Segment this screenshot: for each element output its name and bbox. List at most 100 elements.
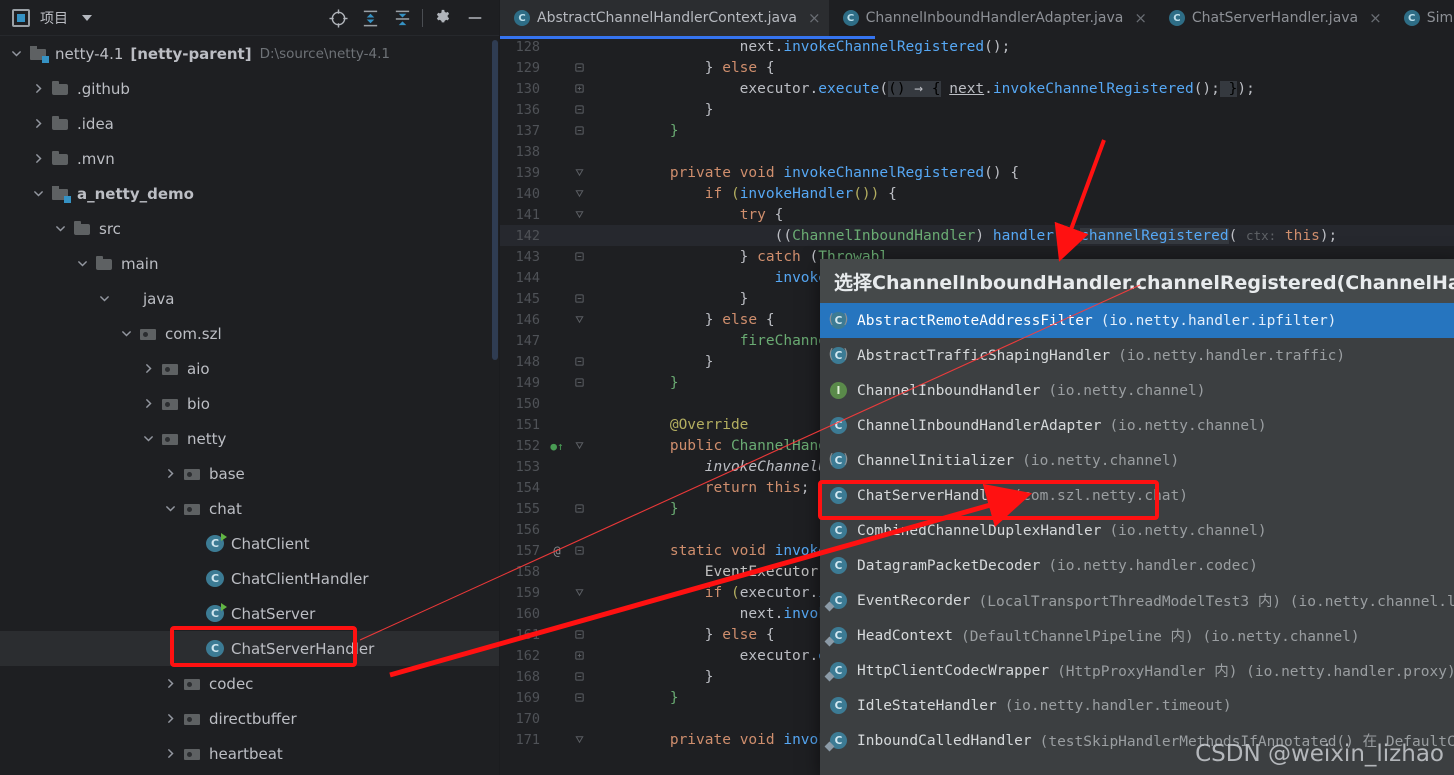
tree-expand-chevron[interactable] (162, 746, 178, 762)
list-item[interactable]: C IdleStateHandler (io.netty.handler.timeo… (820, 688, 1454, 723)
collapse-all-icon[interactable] (386, 2, 418, 34)
fold-marker[interactable] (568, 251, 590, 262)
tree-expand-chevron[interactable] (162, 501, 178, 517)
tree-expand-chevron[interactable] (8, 46, 24, 62)
tree-row[interactable]: directbuffer (0, 701, 499, 736)
list-item[interactable]: C HeadContext (DefaultChannelPipeline 内) (… (820, 618, 1454, 653)
code-line[interactable]: 138 (500, 141, 1454, 162)
tree-expand-chevron[interactable] (140, 396, 156, 412)
hide-panel-icon[interactable] (459, 2, 491, 34)
tree-row[interactable]: codec (0, 666, 499, 701)
fold-marker[interactable] (568, 209, 590, 220)
fold-marker[interactable] (568, 650, 590, 661)
settings-gear-icon[interactable] (427, 2, 459, 34)
tree-expand-chevron[interactable] (162, 466, 178, 482)
code-line[interactable]: 129 } else { (500, 57, 1454, 78)
tree-row[interactable]: .idea (0, 106, 499, 141)
fold-marker[interactable] (568, 104, 590, 115)
list-item-selected[interactable]: C AbstractRemoteAddressFilter (io.netty.ha… (820, 303, 1454, 338)
tree-row[interactable]: a_netty_demo (0, 176, 499, 211)
tree-row[interactable]: base (0, 456, 499, 491)
chevron-down-icon[interactable] (82, 14, 92, 21)
tree-expand-chevron[interactable] (162, 676, 178, 692)
tree-row[interactable]: C ChatServer (0, 596, 499, 631)
tree-row[interactable]: netty (0, 421, 499, 456)
tree-expand-chevron[interactable] (30, 186, 46, 202)
close-icon[interactable]: × (808, 9, 821, 27)
tree-row-selected[interactable]: C ChatServerHandler (0, 631, 499, 666)
tree-expand-chevron[interactable] (140, 361, 156, 377)
tree-row[interactable]: bio (0, 386, 499, 421)
close-icon[interactable]: × (1134, 9, 1147, 27)
tree-expand-chevron[interactable] (96, 291, 112, 307)
tree-expand-chevron[interactable] (30, 151, 46, 167)
code-line[interactable]: 136 } (500, 99, 1454, 120)
fold-marker[interactable] (568, 629, 590, 640)
fold-marker[interactable] (568, 692, 590, 703)
tree-row[interactable]: com.szl (0, 316, 499, 351)
locate-icon[interactable] (322, 2, 354, 34)
list-item[interactable]: C AbstractTrafficShapingHandler (io.netty.… (820, 338, 1454, 373)
fold-marker[interactable] (568, 293, 590, 304)
gutter-marker[interactable]: @ (546, 544, 568, 558)
code-line[interactable]: 142 ((ChannelInboundHandler) handler().c… (500, 225, 1454, 246)
code-line[interactable]: 140 if (invokeHandler()) { (500, 183, 1454, 204)
tree-row[interactable]: src (0, 211, 499, 246)
project-scrollbar[interactable] (492, 40, 498, 360)
choose-implementation-popup[interactable]: 选择ChannelInboundHandler.channelRegistere… (820, 259, 1454, 775)
fold-marker[interactable] (568, 125, 590, 136)
tree-row[interactable]: java (0, 281, 499, 316)
project-tree[interactable]: netty-4.1 [netty-parent] D:\source\netty-4… (0, 36, 499, 775)
tree-expand-chevron[interactable] (30, 116, 46, 132)
tree-row[interactable]: .mvn (0, 141, 499, 176)
tree-row[interactable]: C ChatClient (0, 526, 499, 561)
tree-expand-chevron[interactable] (118, 326, 134, 342)
fold-marker[interactable] (568, 356, 590, 367)
code-line[interactable]: 130 executor.execute(() → { next.invokeC… (500, 78, 1454, 99)
tree-row[interactable]: main (0, 246, 499, 281)
tree-row[interactable]: C ChatClientHandler (0, 561, 499, 596)
tree-expand-chevron[interactable] (162, 711, 178, 727)
tree-expand-chevron[interactable] (52, 221, 68, 237)
fold-marker[interactable] (568, 503, 590, 514)
editor-tab[interactable]: C SimpleChannelInbound (1390, 0, 1454, 36)
tree-expand-chevron[interactable] (30, 81, 46, 97)
list-item[interactable]: I ChannelInboundHandler (io.netty.channel) (820, 373, 1454, 408)
tree-row[interactable]: chat (0, 491, 499, 526)
list-item[interactable]: C ChannelInitializer (io.netty.channel) (820, 443, 1454, 478)
fold-marker[interactable] (568, 671, 590, 682)
fold-marker[interactable] (568, 314, 590, 325)
list-item[interactable]: C HttpClientCodecWrapper (HttpProxyHandler… (820, 653, 1454, 688)
list-item[interactable]: C DatagramPacketDecoder (io.netty.handler.… (820, 548, 1454, 583)
fold-marker[interactable] (568, 62, 590, 73)
gutter-marker[interactable]: ●↑ (546, 439, 568, 453)
code-line[interactable]: 139 private void invokeChannelRegistered… (500, 162, 1454, 183)
list-item[interactable]: C ChatServerHandler (com.szl.netty.chat) (820, 478, 1454, 513)
fold-marker[interactable] (568, 440, 590, 451)
tree-row[interactable]: .github (0, 71, 499, 106)
list-item[interactable]: C ChannelInboundHandlerAdapter (io.netty.c… (820, 408, 1454, 443)
tree-row[interactable]: aio (0, 351, 499, 386)
implementation-list[interactable]: C AbstractRemoteAddressFilter (io.netty.ha… (820, 303, 1454, 758)
fold-marker[interactable] (568, 587, 590, 598)
editor-tab[interactable]: C ChannelInboundHandlerAdapter.java × (829, 0, 1155, 36)
editor-tab[interactable]: C ChatServerHandler.java × (1155, 0, 1390, 36)
tree-expand-chevron[interactable] (74, 256, 90, 272)
expand-all-icon[interactable] (354, 2, 386, 34)
editor-tab[interactable]: C AbstractChannelHandlerContext.java × (500, 0, 829, 36)
fold-marker[interactable] (568, 188, 590, 199)
tree-row[interactable]: netty-4.1 [netty-parent] D:\source\netty-4… (0, 36, 499, 71)
list-item[interactable]: C EventRecorder (LocalTransportThreadModel… (820, 583, 1454, 618)
fold-marker[interactable] (568, 83, 590, 94)
tree-expand-chevron[interactable] (140, 431, 156, 447)
fold-marker[interactable] (568, 545, 590, 556)
fold-marker[interactable] (568, 734, 590, 745)
fold-marker[interactable] (568, 377, 590, 388)
tree-row[interactable]: heartbeat (0, 736, 499, 771)
close-icon[interactable]: × (1369, 9, 1382, 27)
code-line[interactable]: 128 next.invokeChannelRegistered(); (500, 36, 1454, 57)
fold-marker[interactable] (568, 167, 590, 178)
code-line[interactable]: 141 try { (500, 204, 1454, 225)
list-item[interactable]: C CombinedChannelDuplexHandler (io.netty.c… (820, 513, 1454, 548)
code-line[interactable]: 137 } (500, 120, 1454, 141)
